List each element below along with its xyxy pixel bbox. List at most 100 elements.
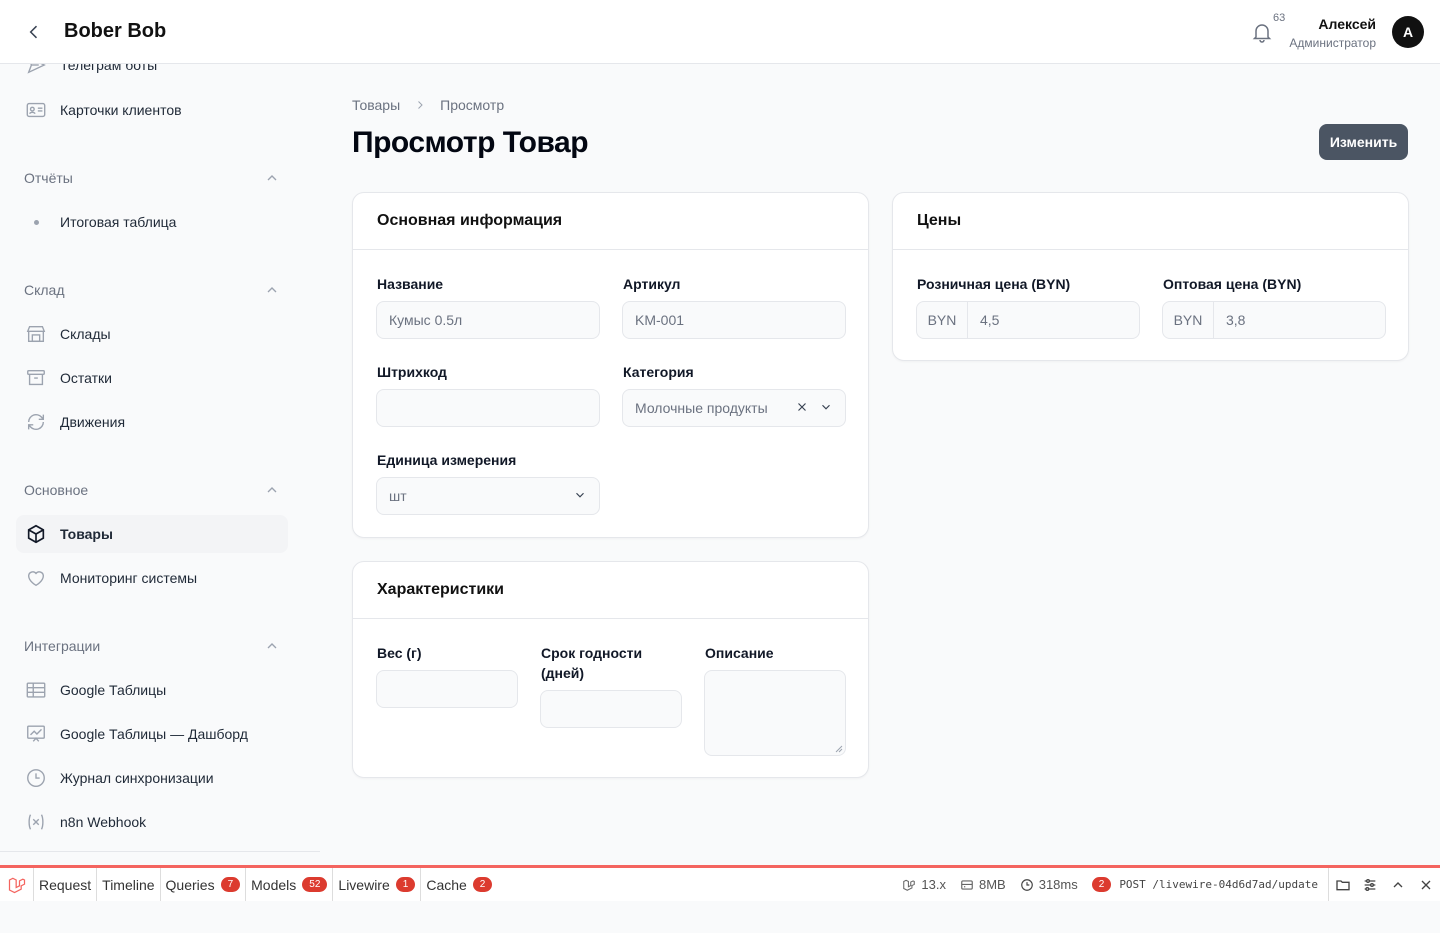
debug-tab-label: Cache [426, 876, 467, 893]
resize-handle-icon[interactable] [835, 745, 843, 753]
debug-tab-request[interactable]: Request [34, 868, 98, 901]
sidebar-group-warehouse[interactable]: Склад [24, 278, 280, 302]
category-select[interactable]: Молочные продукты [622, 389, 846, 427]
chevron-up-icon [267, 487, 277, 493]
debug-tab-timeline[interactable]: Timeline [97, 868, 161, 901]
request-select[interactable]: POST /livewire-04d6d7ad/update [1119, 878, 1318, 891]
chevron-down-icon[interactable] [573, 488, 587, 502]
currency-prefix: BYN [917, 302, 968, 338]
version-text: 13.x [921, 877, 946, 892]
category-label: Категория [623, 364, 694, 380]
retail-price-field[interactable]: BYN 4,5 [916, 301, 1140, 339]
chevron-up-icon[interactable] [1384, 868, 1412, 901]
sidebar-item-label: Карточки клиентов [60, 102, 182, 118]
back-arrow-icon[interactable] [22, 20, 46, 44]
sidebar-item-n8n-webhook[interactable]: n8n Webhook [16, 803, 288, 841]
sidebar-item-sync-log[interactable]: Журнал синхронизации [16, 759, 288, 797]
refresh-icon [24, 410, 48, 434]
specs-card: Характеристики Вес (г) Срок годности (дн… [352, 561, 869, 778]
clock-icon [24, 766, 48, 790]
user-name: Алексей [1318, 16, 1376, 32]
name-field[interactable]: Кумыс 0.5л [376, 301, 600, 339]
chevron-down-icon[interactable] [819, 400, 833, 414]
app-brand[interactable]: Bober Bob [64, 20, 166, 43]
currency-prefix: BYN [1163, 302, 1214, 338]
sidebar-item-system-monitoring[interactable]: Мониторинг системы [16, 559, 288, 597]
name-label: Название [377, 276, 444, 292]
sidebar-item-google-sheets-dashboard[interactable]: Google Таблицы — Дашборд [16, 715, 288, 753]
debug-tab-label: Request [39, 876, 92, 893]
count-badge: 7 [220, 877, 241, 892]
sidebar-group-label: Интеграции [24, 638, 101, 654]
debug-bar-right: 13.x 8MB 318ms 2 POST /livewire-04d6d7ad… [902, 868, 1440, 901]
sidebar-item-stock[interactable]: Остатки [16, 359, 288, 397]
close-icon[interactable] [1412, 868, 1440, 901]
sidebar-item-warehouses[interactable]: Склады [16, 315, 288, 353]
sidebar-item-label: Журнал синхронизации [60, 770, 214, 786]
sidebar-item-products[interactable]: Товары [16, 515, 288, 553]
wholesale-price-field[interactable]: BYN 3,8 [1162, 301, 1386, 339]
chevron-up-icon [267, 175, 277, 181]
sku-field[interactable]: KM-001 [622, 301, 846, 339]
count-badge: 1 [395, 877, 416, 892]
requests-badge[interactable]: 2 [1091, 877, 1112, 892]
framework-version: 13.x [902, 877, 946, 892]
sidebar-item-label: Остатки [60, 370, 112, 386]
debug-tab-models[interactable]: Models 52 [246, 868, 334, 901]
sidebar-item-summary-table[interactable]: Итоговая таблица [16, 203, 288, 241]
unit-label: Единица измерения [377, 452, 517, 468]
chevron-up-icon [267, 287, 277, 293]
sidebar-group-main[interactable]: Основное [24, 478, 280, 502]
debug-tab-livewire[interactable]: Livewire 1 [333, 868, 422, 901]
sidebar: Телеграм боты Карточки клиентов Отчёты И… [0, 64, 320, 852]
description-textarea[interactable] [704, 670, 846, 756]
sidebar-group-reports[interactable]: Отчёты [24, 166, 280, 190]
shelf-life-label: Срок годности (дней) [541, 643, 642, 683]
weight-label: Вес (г) [377, 645, 422, 661]
settings-sliders-icon[interactable] [1356, 868, 1384, 901]
weight-field[interactable] [376, 670, 518, 708]
sidebar-item-label: Google Таблицы — Дашборд [60, 726, 248, 742]
shelf-life-label-line2: (дней) [541, 665, 585, 681]
shelf-life-label-line1: Срок годности [541, 645, 643, 661]
cube-icon [24, 522, 48, 546]
count-badge: 2 [472, 877, 493, 892]
sidebar-item-label: Google Таблицы [60, 682, 167, 698]
sidebar-item-movements[interactable]: Движения [16, 403, 288, 441]
page-title: Просмотр Товар [352, 126, 589, 159]
variable-icon [24, 810, 48, 834]
sidebar-item-google-sheets[interactable]: Google Таблицы [16, 671, 288, 709]
wholesale-price-value: 3,8 [1226, 312, 1246, 328]
description-label: Описание [705, 645, 774, 661]
breadcrumb-current: Просмотр [440, 97, 505, 113]
sidebar-group-label: Отчёты [24, 170, 73, 186]
clear-icon[interactable] [795, 400, 809, 414]
debug-tab-queries[interactable]: Queries 7 [161, 868, 247, 901]
count-badge: 52 [302, 877, 328, 892]
sidebar-item-label: Мониторинг системы [60, 570, 198, 586]
notification-count: 63 [1273, 12, 1286, 24]
shelf-life-field[interactable] [540, 690, 682, 728]
folder-icon[interactable] [1328, 868, 1356, 901]
debug-tab-label: Livewire [338, 876, 390, 893]
unit-select[interactable]: шт [376, 477, 600, 515]
name-value: Кумыс 0.5л [389, 312, 463, 328]
avatar[interactable]: A [1392, 16, 1424, 48]
chart-icon [24, 722, 48, 746]
chevron-right-icon [418, 101, 423, 109]
dot-icon [24, 210, 48, 234]
sku-label: Артикул [623, 276, 681, 292]
edit-button[interactable]: Изменить [1319, 124, 1408, 160]
sidebar-group-label: Основное [24, 482, 89, 498]
debug-tab-cache[interactable]: Cache 2 [421, 868, 497, 901]
bell-icon[interactable] [1250, 20, 1274, 44]
memory-icon [961, 879, 973, 890]
chevron-up-icon [267, 643, 277, 649]
sidebar-group-integrations[interactable]: Интеграции [24, 634, 280, 658]
breadcrumb-parent[interactable]: Товары [352, 97, 400, 113]
barcode-field[interactable] [376, 389, 600, 427]
laravel-logo-icon[interactable] [0, 868, 34, 901]
breadcrumb: Товары Просмотр [352, 97, 504, 113]
sidebar-item-telegram-bots[interactable]: Телеграм боты [16, 64, 288, 84]
sidebar-item-client-cards[interactable]: Карточки клиентов [16, 91, 288, 129]
